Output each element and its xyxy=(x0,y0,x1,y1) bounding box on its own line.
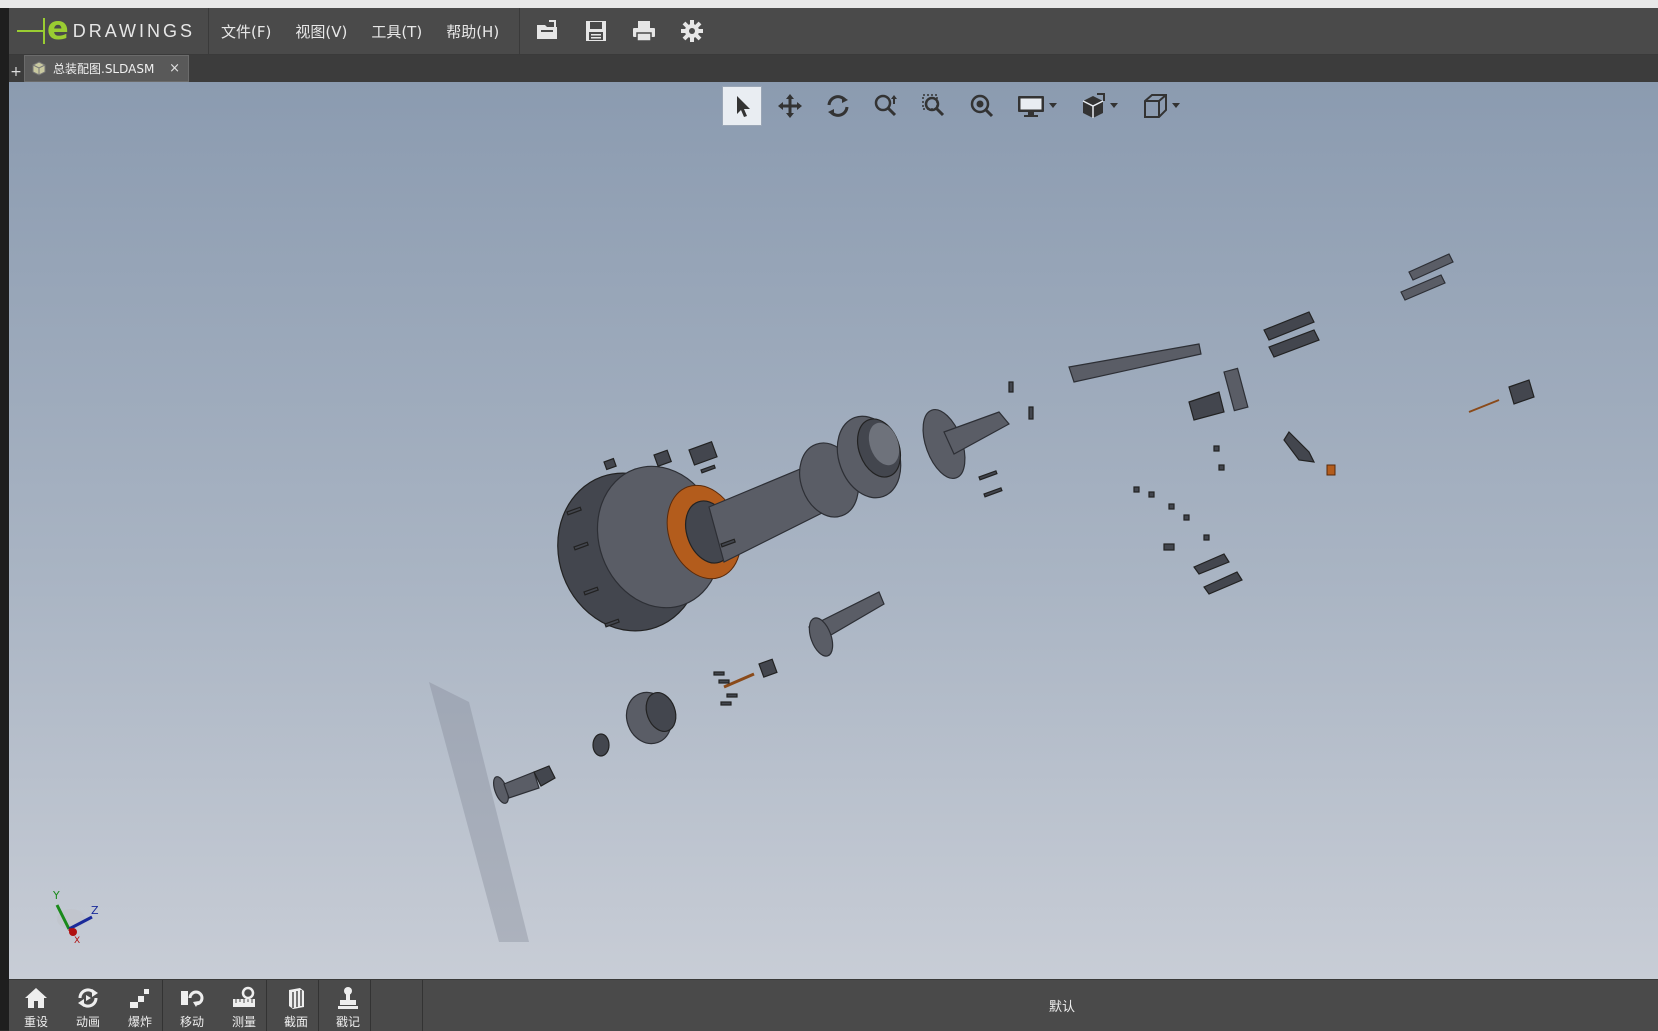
measure-icon xyxy=(233,986,255,1007)
window-left-edge xyxy=(0,8,9,1030)
measure-label: 测量 xyxy=(231,1015,256,1029)
animate-label: 动画 xyxy=(75,1015,100,1029)
main-menu: 文件(F) 视图(V) 工具(T) 帮助(H) xyxy=(209,8,521,54)
section-icon xyxy=(289,988,304,1009)
zoom-area-button[interactable] xyxy=(914,86,954,126)
select-arrow-icon xyxy=(737,96,750,117)
view-toolbar xyxy=(722,86,1196,126)
move-button[interactable]: 移动 xyxy=(165,980,219,1031)
menu-help[interactable]: 帮助(H) xyxy=(434,21,511,42)
logo-letter: e xyxy=(47,9,69,47)
document-tab-bar: + 总装配图.SLDASM × xyxy=(9,55,1658,82)
logo-word: DRAWINGS xyxy=(72,20,196,41)
move-icon xyxy=(181,990,204,1007)
stamp-icon xyxy=(338,987,358,1009)
bottom-toolbar: 重设 动画 爆炸 移动 测量 截面 戳记 默认 xyxy=(9,979,1658,1031)
add-tab-button[interactable]: + xyxy=(9,64,23,80)
save-button[interactable] xyxy=(572,8,620,54)
axis-x-label: X xyxy=(74,936,80,946)
open-folder-icon xyxy=(537,20,558,39)
zoom-tool-button[interactable] xyxy=(866,86,906,126)
tab-label: 总装配图.SLDASM xyxy=(53,62,155,76)
exploded-assembly-model xyxy=(429,253,1535,942)
configuration-status[interactable]: 默认 xyxy=(1049,996,1075,1015)
projection-dropdown[interactable] xyxy=(1134,86,1188,126)
open-button[interactable] xyxy=(524,8,572,54)
zoom-fit-button[interactable] xyxy=(962,86,1002,126)
select-tool-button[interactable] xyxy=(722,86,762,126)
rotate-icon xyxy=(827,95,849,117)
explode-icon xyxy=(130,989,149,1008)
assembly-icon xyxy=(32,60,46,76)
chevron-down-icon xyxy=(1049,103,1057,108)
menu-view[interactable]: 视图(V) xyxy=(283,21,359,42)
pan-tool-button[interactable] xyxy=(770,86,810,126)
logo-arrow-icon xyxy=(17,30,43,32)
tab-assembly[interactable]: 总装配图.SLDASM × xyxy=(24,55,189,82)
stamp-label: 戳记 xyxy=(335,1015,360,1029)
axis-z-label: Z xyxy=(91,904,99,917)
menu-bar: e DRAWINGS 文件(F) 视图(V) 工具(T) 帮助(H) xyxy=(9,8,1658,55)
reset-label: 重设 xyxy=(23,1015,48,1029)
section-button[interactable]: 截面 xyxy=(269,980,323,1031)
measure-button[interactable]: 测量 xyxy=(217,980,271,1031)
edrawings-logo: e DRAWINGS xyxy=(9,8,209,54)
3d-viewport[interactable]: Y Z X xyxy=(9,82,1658,979)
display-style-dropdown[interactable] xyxy=(1010,86,1064,126)
display-style-icon xyxy=(1018,96,1044,117)
explode-button[interactable]: 爆炸 xyxy=(113,980,167,1031)
reset-button[interactable]: 重设 xyxy=(9,980,63,1031)
settings-button[interactable] xyxy=(668,8,716,54)
axis-y-label: Y xyxy=(52,889,60,902)
section-label: 截面 xyxy=(283,1015,308,1029)
zoom-to-area-icon xyxy=(922,94,945,117)
chevron-down-icon xyxy=(1172,103,1180,108)
chevron-down-icon xyxy=(1110,103,1118,108)
stamp-button[interactable]: 戳记 xyxy=(321,980,375,1031)
menu-tools[interactable]: 工具(T) xyxy=(359,21,434,42)
projection-cube-icon xyxy=(1144,94,1167,118)
pan-move-icon xyxy=(778,94,802,118)
home-icon xyxy=(25,988,47,1008)
view-orientation-icon xyxy=(1082,93,1105,118)
axis-triad-icon: Y Z X xyxy=(52,889,99,946)
print-icon xyxy=(633,21,656,42)
menu-file[interactable]: 文件(F) xyxy=(209,21,283,42)
animate-icon xyxy=(78,988,98,1008)
explode-label: 爆炸 xyxy=(127,1015,152,1029)
print-button[interactable] xyxy=(620,8,668,54)
view-orientation-dropdown[interactable] xyxy=(1072,86,1126,126)
rotate-tool-button[interactable] xyxy=(818,86,858,126)
animate-button[interactable]: 动画 xyxy=(61,980,115,1031)
move-label: 移动 xyxy=(179,1015,204,1029)
tab-close-button[interactable]: × xyxy=(169,61,180,76)
zoom-icon xyxy=(874,94,897,117)
window-top-strip xyxy=(0,0,1658,8)
settings-gear-icon xyxy=(681,20,704,42)
zoom-to-fit-icon xyxy=(970,94,994,118)
save-icon xyxy=(586,21,607,41)
